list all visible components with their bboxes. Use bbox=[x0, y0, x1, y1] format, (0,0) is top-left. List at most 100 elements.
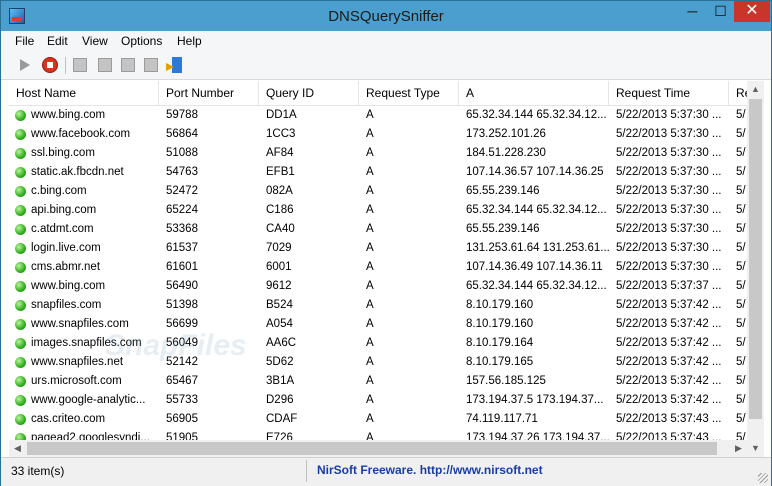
cell-port-number: 54763 bbox=[166, 166, 198, 178]
cell-host-name: cas.criteo.com bbox=[31, 413, 106, 425]
cell-query-id: DD1A bbox=[266, 109, 297, 121]
cell-a-record: 8.10.179.160 bbox=[466, 299, 534, 311]
table-row[interactable]: login.live.com 61537 7029 A 131.253.61.64 13… bbox=[9, 239, 747, 258]
cell-port-number: 56864 bbox=[166, 128, 198, 140]
table-row[interactable]: snapfiles.com 51398 B524 A 8.10.179.160 5/22/… bbox=[9, 296, 747, 315]
scroll-down-button[interactable]: ▼ bbox=[747, 440, 764, 457]
menu-help[interactable]: Help bbox=[177, 34, 202, 48]
column-header-a[interactable]: A bbox=[459, 81, 609, 105]
cell-request-time: 5/22/2013 5:37:30 ... bbox=[616, 223, 722, 235]
resize-grip[interactable] bbox=[758, 473, 768, 483]
table-row[interactable]: api.bing.com 65224 C186 A 65.32.34.144 65.32… bbox=[9, 201, 747, 220]
status-dot-icon bbox=[15, 167, 26, 178]
cell-query-id: A054 bbox=[266, 318, 293, 330]
table-row[interactable]: c.atdmt.com 53368 CA40 A 65.55.239.146 5/22/2… bbox=[9, 220, 747, 239]
cell-request-time: 5/22/2013 5:37:42 ... bbox=[616, 337, 722, 349]
maximize-button[interactable]: ☐ bbox=[707, 1, 734, 22]
cell-port-number: 53368 bbox=[166, 223, 198, 235]
status-dot-icon bbox=[15, 338, 26, 349]
cell-query-id: 7029 bbox=[266, 242, 292, 254]
properties-icon[interactable] bbox=[119, 56, 137, 74]
menu-bar: File Edit View Options Help bbox=[1, 31, 771, 52]
column-header-request-type[interactable]: Request Type bbox=[359, 81, 459, 105]
horizontal-scrollbar[interactable]: ◀ ▶ bbox=[9, 440, 747, 457]
cell-a-record: 65.55.239.146 bbox=[466, 223, 540, 235]
cell-a-record: 65.32.34.144 65.32.34.12... bbox=[466, 204, 607, 216]
table-row[interactable]: static.ak.fbcdn.net 54763 EFB1 A 107.14.36.5… bbox=[9, 163, 747, 182]
cell-response-time: 5/ bbox=[736, 109, 746, 121]
status-dot-icon bbox=[15, 357, 26, 368]
table-row[interactable]: www.bing.com 56490 9612 A 65.32.34.144 65.32… bbox=[9, 277, 747, 296]
close-button[interactable]: ✕ bbox=[734, 1, 770, 22]
save-icon[interactable] bbox=[71, 56, 89, 74]
table-row[interactable]: ssl.bing.com 51088 AF84 A 184.51.228.230 5/22… bbox=[9, 144, 747, 163]
table-row[interactable]: www.google-analytic... 55733 D296 A 173.194.… bbox=[9, 391, 747, 410]
cell-host-name: www.bing.com bbox=[31, 280, 106, 292]
table-row[interactable]: c.bing.com 52472 082A A 65.55.239.146 5/22/20… bbox=[9, 182, 747, 201]
title-bar[interactable]: DNSQuerySniffer ─ ☐ ✕ bbox=[1, 1, 771, 31]
html-report-icon[interactable] bbox=[142, 56, 160, 74]
cell-request-time: 5/22/2013 5:37:30 ... bbox=[616, 204, 722, 216]
cell-request-time: 5/22/2013 5:37:30 ... bbox=[616, 185, 722, 197]
menu-file[interactable]: File bbox=[15, 34, 34, 48]
list-header: Host Name Port Number Query ID Request T… bbox=[9, 81, 747, 106]
play-icon[interactable] bbox=[15, 56, 33, 74]
cell-a-record: 65.32.34.144 65.32.34.12... bbox=[466, 109, 607, 121]
column-header-response-time[interactable]: Re bbox=[729, 81, 747, 105]
table-row[interactable]: www.bing.com 59788 DD1A A 65.32.34.144 65.32… bbox=[9, 106, 747, 125]
cell-request-type: A bbox=[366, 261, 374, 273]
cell-request-type: A bbox=[366, 109, 374, 121]
minimize-button[interactable]: ─ bbox=[678, 1, 707, 22]
menu-view[interactable]: View bbox=[82, 34, 108, 48]
cell-request-time: 5/22/2013 5:37:42 ... bbox=[616, 356, 722, 368]
vertical-scrollbar[interactable]: ▲ ▼ bbox=[747, 81, 764, 457]
cell-a-record: 8.10.179.160 bbox=[466, 318, 534, 330]
cell-request-time: 5/22/2013 5:37:30 ... bbox=[616, 166, 722, 178]
scroll-up-button[interactable]: ▲ bbox=[747, 81, 764, 98]
cell-query-id: B524 bbox=[266, 299, 293, 311]
column-header-host-name[interactable]: Host Name bbox=[9, 81, 159, 105]
scroll-right-button[interactable]: ▶ bbox=[730, 440, 747, 457]
cell-request-type: A bbox=[366, 318, 374, 330]
cell-host-name: c.bing.com bbox=[31, 185, 87, 197]
cell-port-number: 65467 bbox=[166, 375, 198, 387]
table-row[interactable]: urs.microsoft.com 65467 3B1A A 157.56.185.12… bbox=[9, 372, 747, 391]
cell-port-number: 61537 bbox=[166, 242, 198, 254]
table-row[interactable]: www.facebook.com 56864 1CC3 A 173.252.101.26… bbox=[9, 125, 747, 144]
cell-request-type: A bbox=[366, 185, 374, 197]
column-header-port-number[interactable]: Port Number bbox=[159, 81, 259, 105]
cell-a-record: 8.10.179.165 bbox=[466, 356, 534, 368]
column-header-query-id[interactable]: Query ID bbox=[259, 81, 359, 105]
cell-query-id: 5D62 bbox=[266, 356, 294, 368]
toolbar bbox=[1, 52, 771, 80]
menu-edit[interactable]: Edit bbox=[47, 34, 68, 48]
status-dot-icon bbox=[15, 224, 26, 235]
table-row[interactable]: cas.criteo.com 56905 CDAF A 74.119.117.71 5/2… bbox=[9, 410, 747, 429]
cell-port-number: 65224 bbox=[166, 204, 198, 216]
scroll-left-button[interactable]: ◀ bbox=[9, 440, 26, 457]
cell-port-number: 51398 bbox=[166, 299, 198, 311]
watermark: SnapFiles bbox=[105, 329, 247, 362]
horizontal-scroll-thumb[interactable] bbox=[27, 442, 717, 455]
stop-icon[interactable] bbox=[41, 56, 59, 74]
cell-request-time: 5/22/2013 5:37:42 ... bbox=[616, 299, 722, 311]
cell-a-record: 107.14.36.49 107.14.36.11 bbox=[466, 261, 603, 273]
nirsoft-link[interactable]: NirSoft Freeware. http://www.nirsoft.net bbox=[317, 463, 543, 477]
exit-icon[interactable] bbox=[166, 56, 184, 74]
vertical-scroll-thumb[interactable] bbox=[749, 99, 762, 419]
cell-request-time: 5/22/2013 5:37:30 ... bbox=[616, 261, 722, 273]
cell-host-name: www.bing.com bbox=[31, 109, 106, 121]
table-row[interactable]: cms.abmr.net 61601 6001 A 107.14.36.49 107.1… bbox=[9, 258, 747, 277]
cell-request-time: 5/22/2013 5:37:42 ... bbox=[616, 394, 722, 406]
cell-a-record: 184.51.228.230 bbox=[466, 147, 546, 159]
cell-response-time: 5/ bbox=[736, 394, 746, 406]
cell-request-time: 5/22/2013 5:37:30 ... bbox=[616, 242, 722, 254]
cell-response-time: 5/ bbox=[736, 166, 746, 178]
query-list[interactable]: Host Name Port Number Query ID Request T… bbox=[9, 81, 747, 457]
copy-icon[interactable] bbox=[96, 56, 114, 74]
column-header-request-time[interactable]: Request Time bbox=[609, 81, 729, 105]
menu-options[interactable]: Options bbox=[121, 34, 162, 48]
cell-response-time: 5/ bbox=[736, 280, 746, 292]
cell-request-type: A bbox=[366, 166, 374, 178]
status-dot-icon bbox=[15, 281, 26, 292]
